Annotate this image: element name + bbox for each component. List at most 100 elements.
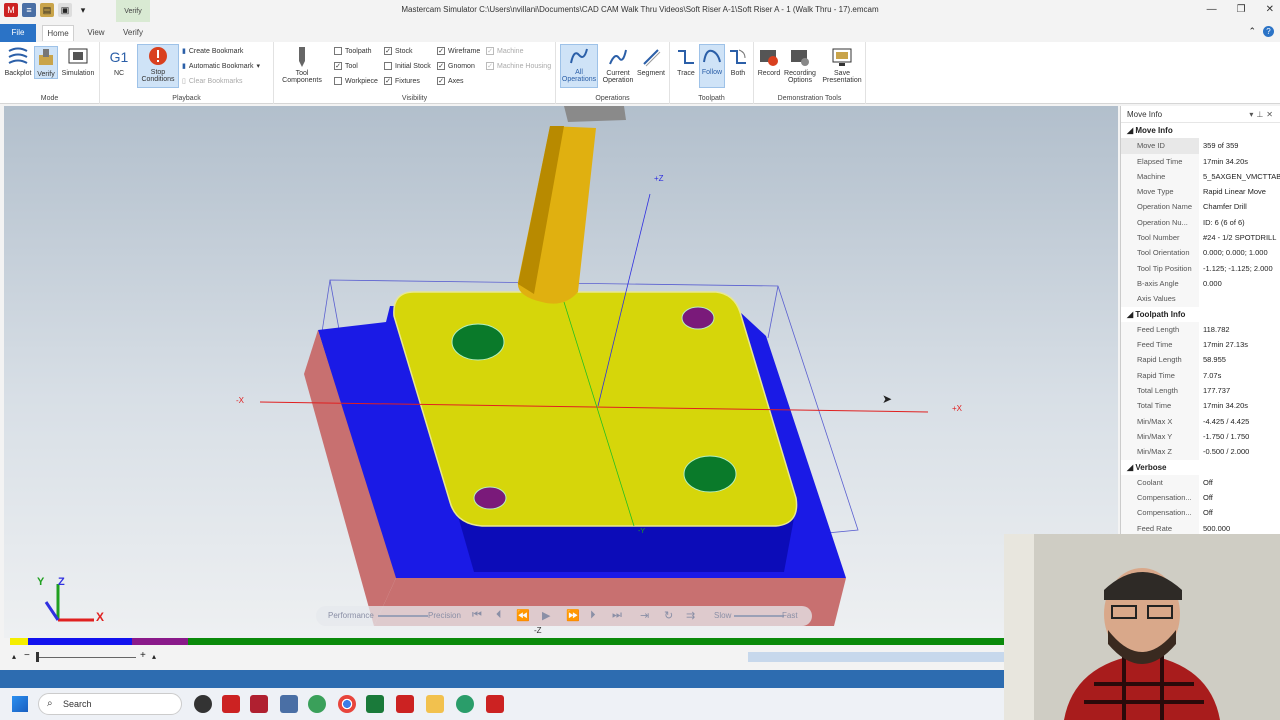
checkbox-checked[interactable]: ✓ [437, 47, 445, 55]
fixtures-checkbox[interactable]: ✓ Fixtures [384, 77, 420, 85]
tool-components-button[interactable]: Tool Components [278, 46, 326, 84]
toolpath-checkbox[interactable]: Toolpath [334, 47, 371, 55]
axes-checkbox[interactable]: ✓ Axes [437, 77, 464, 85]
slider-end-icon[interactable]: ▴ [152, 652, 156, 661]
panel-close-icon[interactable]: ✕ [1266, 110, 1276, 119]
minimize-button[interactable]: — [1207, 4, 1217, 15]
restore-button[interactable]: ❐ [1237, 4, 1246, 15]
property-row[interactable]: Feed Length 118.782 [1121, 321, 1280, 338]
file-explorer-icon[interactable] [426, 695, 444, 713]
automatic-bookmark-button[interactable]: ▮ Automatic Bookmark ▾ [182, 62, 260, 71]
checkbox-checked[interactable]: ✓ [486, 47, 494, 55]
forward-icon[interactable]: ⏩ [566, 609, 580, 622]
checkbox-box[interactable] [334, 77, 342, 85]
pen-app-icon[interactable] [396, 695, 414, 713]
property-row[interactable]: Tool Tip Position -1.125; -1.125; 2.000 [1121, 260, 1280, 276]
timeline-scrollbar[interactable] [748, 652, 1004, 662]
back-icon[interactable]: ⏪ [516, 609, 530, 622]
simulation-button[interactable]: Simulation [60, 46, 96, 77]
machine-housing-checkbox[interactable]: ✓ Machine Housing [486, 62, 551, 70]
property-row[interactable]: Operation Nu... ID: 6 (6 of 6) [1121, 214, 1280, 231]
mastercam-2023-icon[interactable] [222, 695, 240, 713]
wireframe-checkbox[interactable]: ✓ Wireframe [437, 47, 480, 55]
zoom-slider-thumb[interactable] [36, 652, 39, 662]
step-back-icon[interactable]: ⏴ [496, 609, 502, 622]
property-row[interactable]: Tool Orientation 0.000; 0.000; 1.000 [1121, 245, 1280, 261]
network-app-icon[interactable] [308, 695, 326, 713]
help-icon[interactable]: ? [1263, 26, 1274, 37]
toolpath-info-section-header[interactable]: ◢ Toolpath Info [1121, 307, 1280, 322]
dark-app-icon[interactable] [194, 695, 212, 713]
play-icon[interactable]: ▶ [542, 609, 550, 622]
workpiece-checkbox[interactable]: Workpiece [334, 77, 378, 85]
property-row[interactable]: Min/Max Y -1.750 / 1.750 [1121, 428, 1280, 445]
move-info-section-header[interactable]: ◢ Move Info [1121, 123, 1280, 138]
property-row[interactable]: B-axis Angle 0.000 [1121, 275, 1280, 292]
property-row[interactable]: Compensation... Off [1121, 505, 1280, 521]
initial-stock-checkbox[interactable]: Initial Stock [384, 62, 431, 70]
text-editor-icon[interactable] [366, 695, 384, 713]
machine-checkbox[interactable]: ✓ Machine [486, 47, 523, 55]
segment-button[interactable]: Segment [634, 46, 668, 77]
tab-file[interactable]: File [0, 24, 36, 42]
slider-start-icon[interactable]: ▴ [12, 652, 16, 661]
property-row[interactable]: Min/Max X -4.425 / 4.425 [1121, 413, 1280, 429]
end-icon[interactable]: ⏭ [612, 609, 622, 622]
tab-verify[interactable]: Verify [118, 25, 148, 41]
property-row[interactable]: Rapid Time 7.07s [1121, 367, 1280, 384]
checkbox-checked[interactable]: ✓ [384, 47, 392, 55]
checkbox-checked[interactable]: ✓ [486, 62, 494, 70]
recording-options-button[interactable]: Recording Options [782, 46, 818, 84]
checkbox-box[interactable] [384, 62, 392, 70]
both-button[interactable]: Both [724, 46, 752, 77]
property-row[interactable]: Elapsed Time 17min 34.20s [1121, 153, 1280, 169]
pin-icon[interactable]: ⊥ [1256, 110, 1266, 119]
gnomon-checkbox[interactable]: ✓ Gnomon [437, 62, 475, 70]
verbose-section-header[interactable]: ◢ Verbose [1121, 460, 1280, 475]
checkbox-box[interactable] [334, 47, 342, 55]
create-bookmark-button[interactable]: ▮ Create Bookmark [182, 47, 243, 56]
property-row[interactable]: Move ID 359 of 359 [1121, 138, 1280, 154]
property-row[interactable]: Total Time 17min 34.20s [1121, 398, 1280, 414]
recorder-app-icon[interactable] [456, 695, 474, 713]
loop-icon[interactable]: ↻ [664, 609, 673, 622]
property-row[interactable]: Tool Number #24 - 1/2 SPOTDRILL [1121, 230, 1280, 246]
property-row[interactable]: Feed Rate 500.000 [1121, 520, 1280, 534]
skip-icon[interactable]: ⇥ [640, 609, 649, 622]
record-button[interactable]: Record [754, 46, 784, 77]
windows-start-icon[interactable] [12, 696, 28, 712]
property-row[interactable]: Rapid Length 58.955 [1121, 352, 1280, 368]
property-row[interactable]: Total Length 177.737 [1121, 383, 1280, 399]
verify-button[interactable]: Verify [34, 46, 58, 79]
all-operations-button[interactable]: All Operations [560, 44, 598, 88]
property-row[interactable]: Move Type Rapid Linear Move [1121, 184, 1280, 200]
clear-bookmarks-button[interactable]: ▯ Clear Bookmarks [182, 77, 243, 86]
property-row[interactable]: Feed Time 17min 27.13s [1121, 337, 1280, 353]
sim-app-icon[interactable] [280, 695, 298, 713]
solidworks-icon[interactable] [250, 695, 268, 713]
property-row[interactable]: Axis Values [1121, 291, 1280, 307]
taskbar-search-box[interactable]: ⌕ Search [38, 693, 182, 715]
property-row[interactable]: Min/Max Z -0.500 / 2.000 [1121, 444, 1280, 460]
step-forward-icon[interactable]: ⏵ [590, 609, 596, 622]
property-row[interactable]: Compensation... Off [1121, 490, 1280, 506]
tab-home[interactable]: Home [42, 25, 74, 41]
speed-slider[interactable] [734, 615, 784, 617]
property-row[interactable]: Coolant Off [1121, 474, 1280, 491]
checkbox-checked[interactable]: ✓ [334, 62, 342, 70]
checkbox-checked[interactable]: ✓ [437, 62, 445, 70]
mastercam-simulator-icon[interactable] [486, 695, 504, 713]
bookmark-nav-icon[interactable]: ⇉ [686, 609, 695, 622]
rewind-icon[interactable]: ⏮ [472, 609, 482, 622]
backplot-button[interactable]: Backplot [0, 46, 36, 77]
save-presentation-button[interactable]: Save Presentation [820, 46, 864, 84]
checkbox-checked[interactable]: ✓ [384, 77, 392, 85]
checkbox-checked[interactable]: ✓ [437, 77, 445, 85]
current-operation-button[interactable]: Current Operation [600, 46, 636, 84]
stock-checkbox[interactable]: ✓ Stock [384, 47, 413, 55]
close-button[interactable]: ✕ [1266, 4, 1274, 15]
property-row[interactable]: Machine 5_5AXGEN_VMCTTAB [1121, 168, 1280, 185]
stop-conditions-button[interactable]: Stop Conditions [137, 44, 179, 88]
operation-timeline[interactable] [10, 638, 1004, 645]
zoom-out-icon[interactable]: − [24, 650, 30, 661]
